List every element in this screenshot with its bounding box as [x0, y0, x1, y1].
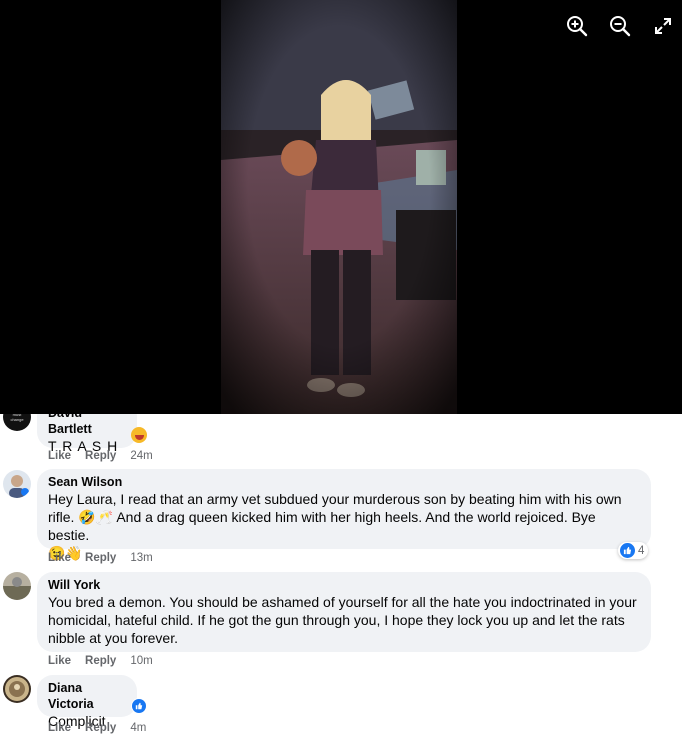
- comment-text-line: homicidal, hateful child. If he got the …: [48, 612, 625, 628]
- comment-author[interactable]: Diana Victoria: [48, 680, 126, 712]
- like-button[interactable]: Like: [48, 722, 71, 734]
- comment-text-line: nibble at you forever.: [48, 630, 178, 646]
- comment-text-line: Hey Laura, I read that an army vet subdu…: [48, 491, 622, 507]
- comment-bubble: Diana Victoria Complicit: [37, 675, 137, 729]
- avatar[interactable]: [3, 675, 31, 703]
- like-button[interactable]: Like: [48, 655, 71, 667]
- comment-text: T R A S H: [48, 438, 119, 454]
- fullscreen-icon[interactable]: [651, 14, 675, 38]
- reply-button[interactable]: Reply: [85, 552, 116, 564]
- comment-author[interactable]: Sean Wilson: [48, 474, 640, 490]
- comment-text-line: You bred a demon. You should be ashamed …: [48, 594, 637, 610]
- comment-bubble: Sean Wilson Hey Laura, I read that an ar…: [37, 469, 651, 561]
- comment-author[interactable]: Will York: [48, 577, 640, 593]
- reaction-count[interactable]: 4: [618, 542, 649, 559]
- avatar[interactable]: [3, 572, 31, 600]
- like-reaction-icon: [620, 543, 635, 558]
- comment-time[interactable]: 4m: [130, 722, 146, 734]
- zoom-in-icon[interactable]: [565, 14, 589, 38]
- comment-time[interactable]: 13m: [130, 552, 152, 564]
- reply-button[interactable]: Reply: [85, 655, 116, 667]
- like-button[interactable]: Like: [48, 552, 71, 564]
- zoom-out-icon[interactable]: [608, 14, 632, 38]
- comment-bubble: Will York You bred a demon. You should b…: [37, 572, 651, 652]
- reply-button[interactable]: Reply: [85, 450, 116, 462]
- avatar[interactable]: [3, 470, 31, 498]
- comment-time[interactable]: 10m: [130, 655, 152, 667]
- comment-time[interactable]: 24m: [130, 450, 152, 462]
- comment-text-line: rifle. 🤣🥂 And a drag queen kicked him wi…: [48, 509, 596, 543]
- reply-button[interactable]: Reply: [85, 722, 116, 734]
- laugh-emoji: [131, 427, 147, 443]
- like-reaction-icon[interactable]: [131, 698, 147, 714]
- reaction-count-value: 4: [638, 544, 645, 557]
- like-button[interactable]: Like: [48, 450, 71, 462]
